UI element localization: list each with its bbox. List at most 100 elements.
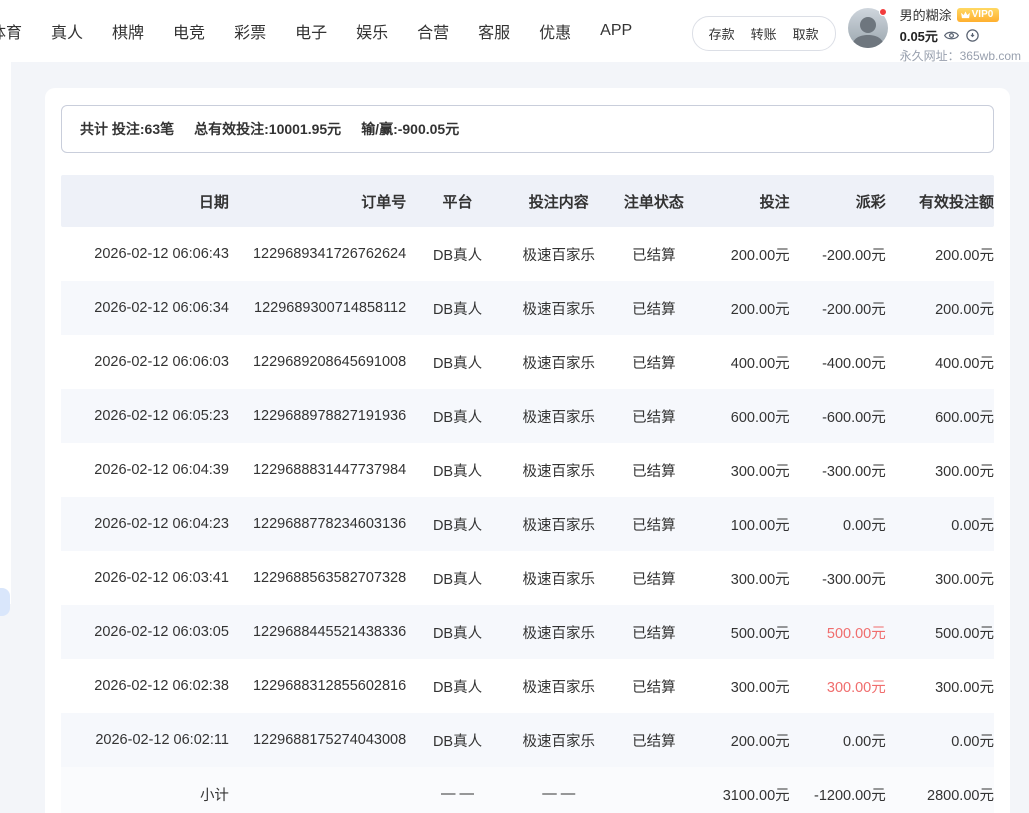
nav-item-0[interactable]: 体育 [0, 15, 24, 47]
header-bet: 投注 [699, 191, 790, 212]
cell-valid: 600.00元 [886, 406, 994, 427]
cell-order: 1229688831447737984 [229, 462, 406, 478]
top-header: 体育真人棋牌电竞彩票电子娱乐合营客服优惠 APP 存款 转账 取款 男的糊涂 [0, 0, 1029, 62]
table-row[interactable]: 2026-02-12 06:02:11 1229688175274043008 … [61, 713, 994, 767]
header-status: 注单状态 [609, 191, 700, 212]
cell-valid: 200.00元 [886, 298, 994, 319]
cell-content: 极速百家乐 [509, 676, 609, 697]
nav-item-8[interactable]: 客服 [476, 15, 512, 47]
table-row[interactable]: 2026-02-12 06:03:41 1229688563582707328 … [61, 551, 994, 605]
refresh-icon[interactable] [965, 28, 980, 43]
cell-date: 2026-02-12 06:04:39 [61, 462, 229, 478]
cell-platform: DB真人 [406, 622, 509, 643]
nav-item-6[interactable]: 娱乐 [354, 15, 390, 47]
cell-date: 2026-02-12 06:05:23 [61, 408, 229, 424]
cell-valid: 0.00元 [886, 514, 994, 535]
subtotal-valid: 2800.00元 [886, 784, 994, 805]
subtotal-payout: -1200.00元 [790, 784, 886, 805]
cell-order: 1229689300714858112 [229, 300, 406, 316]
side-flyout-tab[interactable] [0, 588, 10, 616]
nav-item-4[interactable]: 彩票 [232, 15, 268, 47]
cell-content: 极速百家乐 [509, 568, 609, 589]
cell-status: 已结算 [609, 730, 700, 751]
header-payout: 派彩 [790, 191, 886, 212]
person-silhouette-icon [848, 12, 888, 48]
bet-records-table: 日期 订单号 平台 投注内容 注单状态 投注 派彩 有效投注额 2026-02-… [61, 175, 994, 813]
cell-status: 已结算 [609, 622, 700, 643]
cell-payout: -200.00元 [790, 298, 886, 319]
table-header-row: 日期 订单号 平台 投注内容 注单状态 投注 派彩 有效投注额 [61, 175, 994, 227]
table-row[interactable]: 2026-02-12 06:04:23 1229688778234603136 … [61, 497, 994, 551]
table-row[interactable]: 2026-02-12 06:05:23 1229688978827191936 … [61, 389, 994, 443]
cell-platform: DB真人 [406, 352, 509, 373]
cell-platform: DB真人 [406, 298, 509, 319]
eye-icon[interactable] [944, 28, 959, 43]
cell-status: 已结算 [609, 298, 700, 319]
cell-bet: 100.00元 [699, 514, 790, 535]
nav-item-2[interactable]: 棋牌 [110, 15, 146, 47]
table-body: 2026-02-12 06:06:43 1229689341726762624 … [61, 227, 994, 767]
nav-item-7[interactable]: 合营 [415, 15, 451, 47]
account-area: 存款 转账 取款 男的糊涂 VIP0 [692, 5, 1021, 64]
cell-bet: 300.00元 [699, 460, 790, 481]
deposit-button[interactable]: 存款 [709, 24, 735, 43]
table-row[interactable]: 2026-02-12 06:02:38 1229688312855602816 … [61, 659, 994, 713]
cell-order: 1229688175274043008 [229, 732, 406, 748]
table-row[interactable]: 2026-02-12 06:06:43 1229689341726762624 … [61, 227, 994, 281]
cell-order: 1229688978827191936 [229, 408, 406, 424]
balance: 0.05元 [900, 26, 938, 45]
subtotal-bet: 3100.00元 [699, 784, 790, 805]
account-info: 男的糊涂 VIP0 0.05元 [900, 5, 1021, 64]
transfer-button[interactable]: 转账 [751, 24, 777, 43]
cell-date: 2026-02-12 06:02:11 [61, 732, 229, 748]
cell-order: 1229688778234603136 [229, 516, 406, 532]
cell-order: 1229688563582707328 [229, 570, 406, 586]
cell-date: 2026-02-12 06:04:23 [61, 516, 229, 532]
nav-item-3[interactable]: 电竞 [171, 15, 207, 47]
cell-platform: DB真人 [406, 406, 509, 427]
summary-winloss: 输/赢:-900.05元 [361, 119, 459, 139]
cell-content: 极速百家乐 [509, 298, 609, 319]
cell-bet: 200.00元 [699, 730, 790, 751]
nav-item-1[interactable]: 真人 [49, 15, 85, 47]
avatar[interactable] [848, 8, 888, 48]
cell-payout: -300.00元 [790, 568, 886, 589]
withdraw-button[interactable]: 取款 [793, 24, 819, 43]
cell-content: 极速百家乐 [509, 406, 609, 427]
cell-bet: 300.00元 [699, 676, 790, 697]
cell-bet: 600.00元 [699, 406, 790, 427]
username: 男的糊涂 [900, 5, 952, 24]
notification-dot [879, 8, 887, 16]
subtotal-row: 小计 — — — — 3100.00元 -1200.00元 2800.00元 [61, 767, 994, 813]
header-order: 订单号 [229, 191, 406, 212]
cell-payout: -300.00元 [790, 460, 886, 481]
cell-date: 2026-02-12 06:03:05 [61, 624, 229, 640]
cell-order: 1229688312855602816 [229, 678, 406, 694]
cell-date: 2026-02-12 06:02:38 [61, 678, 229, 694]
cell-payout: 0.00元 [790, 514, 886, 535]
cell-platform: DB真人 [406, 676, 509, 697]
cell-platform: DB真人 [406, 568, 509, 589]
table-row[interactable]: 2026-02-12 06:06:03 1229689208645691008 … [61, 335, 994, 389]
table-row[interactable]: 2026-02-12 06:03:05 1229688445521438336 … [61, 605, 994, 659]
cell-content: 极速百家乐 [509, 730, 609, 751]
cell-valid: 500.00元 [886, 622, 994, 643]
nav-item-10[interactable]: APP [598, 18, 634, 44]
cell-platform: DB真人 [406, 514, 509, 535]
cell-status: 已结算 [609, 514, 700, 535]
cell-valid: 300.00元 [886, 676, 994, 697]
permanent-url[interactable]: 永久网址：365wb.com [900, 47, 1021, 64]
nav-item-5[interactable]: 电子 [293, 15, 329, 47]
header-content: 投注内容 [509, 191, 609, 212]
nav-item-9[interactable]: 优惠 [537, 15, 573, 47]
cell-platform: DB真人 [406, 730, 509, 751]
cell-content: 极速百家乐 [509, 460, 609, 481]
cell-content: 极速百家乐 [509, 622, 609, 643]
table-row[interactable]: 2026-02-12 06:04:39 1229688831447737984 … [61, 443, 994, 497]
cell-order: 1229689341726762624 [229, 246, 406, 262]
cell-payout: 500.00元 [790, 622, 886, 643]
table-row[interactable]: 2026-02-12 06:06:34 1229689300714858112 … [61, 281, 994, 335]
cell-valid: 300.00元 [886, 460, 994, 481]
cell-valid: 300.00元 [886, 568, 994, 589]
header-valid: 有效投注额 [886, 191, 994, 212]
